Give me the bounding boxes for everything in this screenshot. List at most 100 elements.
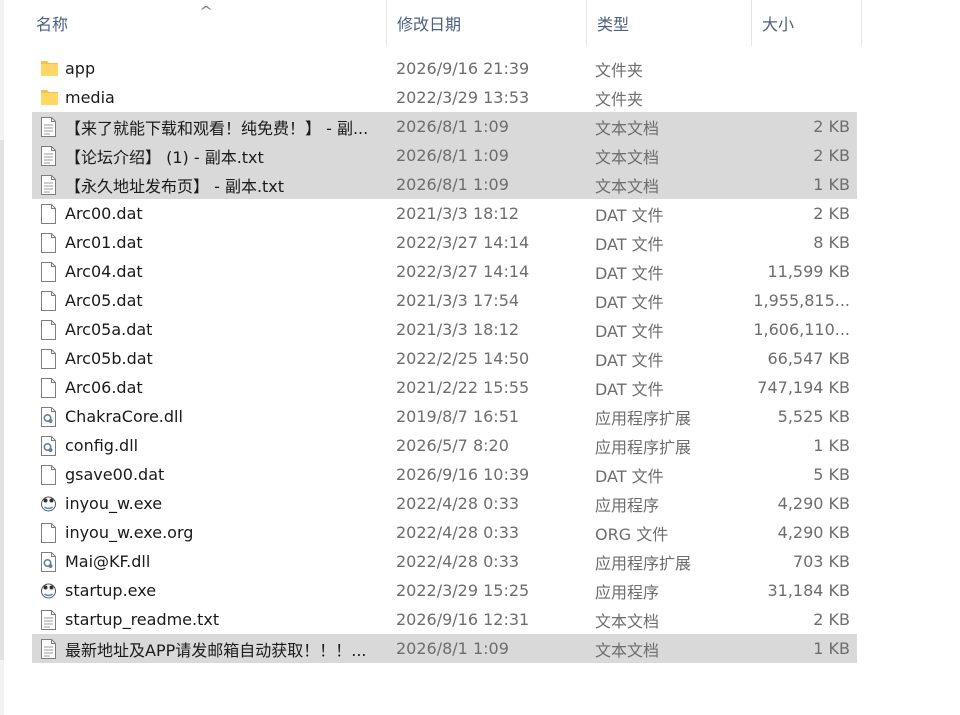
file-row[interactable]: ChakraCore.dll 2019/8/7 16:51 应用程序扩展 5,525 …	[32, 402, 857, 431]
column-header-bar: 名称 ^ 修改日期 类型 大小	[0, 0, 862, 46]
file-type: DAT 文件	[595, 321, 664, 341]
text-file-icon	[40, 116, 59, 138]
file-row[interactable]: app 2026/9/16 21:39 文件夹	[32, 54, 857, 83]
file-date: 2026/5/7 8:20	[396, 436, 509, 455]
app-icon	[40, 580, 59, 602]
file-type: DAT 文件	[595, 263, 664, 283]
file-row[interactable]: gsave00.dat 2026/9/16 10:39 DAT 文件 5 KB	[32, 460, 857, 489]
file-icon	[40, 377, 59, 399]
file-name: config.dll	[65, 436, 139, 455]
file-date: 2026/8/1 1:09	[396, 639, 509, 658]
file-row[interactable]: Arc00.dat 2021/3/3 18:12 DAT 文件 2 KB	[32, 199, 857, 228]
file-type: 文本文档	[595, 176, 660, 196]
file-type: 文本文档	[595, 118, 660, 138]
file-type: 应用程序	[595, 582, 660, 602]
folder-icon	[40, 87, 59, 109]
file-row[interactable]: Arc05a.dat 2021/3/3 18:12 DAT 文件 1,606,110.…	[32, 315, 857, 344]
file-row[interactable]: 最新地址及APP请发邮箱自动获取！！！... 2026/8/1 1:09 文本文档 1…	[32, 634, 857, 663]
file-row[interactable]: inyou_w.exe 2022/4/28 0:33 应用程序 4,290 KB	[32, 489, 857, 518]
file-row[interactable]: inyou_w.exe.org 2022/4/28 0:33 ORG 文件 4,290…	[32, 518, 857, 547]
file-icon	[40, 464, 59, 486]
file-row[interactable]: startup.exe 2022/3/29 15:25 应用程序 31,184 KB	[32, 576, 857, 605]
file-row[interactable]: Arc05.dat 2021/3/3 17:54 DAT 文件 1,955,815..…	[32, 286, 857, 315]
file-date: 2021/3/3 18:12	[396, 204, 520, 223]
file-row[interactable]: Arc04.dat 2022/3/27 14:14 DAT 文件 11,599 KB	[32, 257, 857, 286]
file-type: 文件夹	[595, 89, 644, 109]
file-size: 2 KB	[813, 610, 850, 629]
file-type: ORG 文件	[595, 524, 669, 544]
file-name: media	[65, 88, 115, 107]
file-row[interactable]: 【来了就能下载和观看！纯免费！】 - 副... 2026/8/1 1:09 文本文档…	[32, 112, 857, 141]
file-size: 1 KB	[813, 639, 850, 658]
file-type: 应用程序扩展	[595, 437, 692, 457]
file-name: 最新地址及APP请发邮箱自动获取！！！...	[65, 640, 367, 660]
file-icon	[40, 203, 59, 225]
file-size: 4,290 KB	[777, 523, 850, 542]
file-date: 2026/9/16 21:39	[396, 59, 530, 78]
left-scroll-edge[interactable]	[0, 0, 4, 715]
file-name: Mai@KF.dll	[65, 552, 151, 571]
file-date: 2022/2/25 14:50	[396, 349, 530, 368]
file-date: 2022/3/27 14:14	[396, 262, 530, 281]
file-size: 5,525 KB	[777, 407, 850, 426]
file-row[interactable]: Arc06.dat 2021/2/22 15:55 DAT 文件 747,194 KB	[32, 373, 857, 402]
text-file-icon	[40, 609, 59, 631]
file-type: 应用程序扩展	[595, 553, 692, 573]
file-size: 2 KB	[813, 146, 850, 165]
file-date: 2021/3/3 18:12	[396, 320, 520, 339]
file-icon	[40, 522, 59, 544]
file-date: 2022/4/28 0:33	[396, 523, 520, 542]
file-icon	[40, 348, 59, 370]
file-date: 2022/3/29 15:25	[396, 581, 530, 600]
file-row[interactable]: 【永久地址发布页】 - 副本.txt 2026/8/1 1:09 文本文档 1 KB	[32, 170, 857, 199]
app-icon	[40, 493, 59, 515]
chevron-up-icon: ^	[198, 4, 214, 18]
file-size: 1 KB	[813, 175, 850, 194]
file-size: 11,599 KB	[767, 262, 850, 281]
file-name: Arc06.dat	[65, 378, 143, 397]
file-name: Arc05.dat	[65, 291, 143, 310]
file-date: 2022/4/28 0:33	[396, 494, 520, 513]
scroll-thumb[interactable]	[0, 140, 4, 660]
file-size: 5 KB	[813, 465, 850, 484]
file-row[interactable]: startup_readme.txt 2026/9/16 12:31 文本文档 2 K…	[32, 605, 857, 634]
file-row[interactable]: Arc05b.dat 2022/2/25 14:50 DAT 文件 66,547 KB	[32, 344, 857, 373]
file-date: 2022/4/28 0:33	[396, 552, 520, 571]
dll-icon	[40, 406, 59, 428]
file-type: 文本文档	[595, 640, 660, 660]
column-header-size[interactable]: 大小	[751, 0, 862, 46]
file-type: 文本文档	[595, 147, 660, 167]
dll-icon	[40, 551, 59, 573]
file-date: 2022/3/29 13:53	[396, 88, 530, 107]
file-name: app	[65, 59, 96, 78]
file-name: ChakraCore.dll	[65, 407, 183, 426]
file-date: 2021/3/3 17:54	[396, 291, 520, 310]
dll-icon	[40, 435, 59, 457]
text-file-icon	[40, 174, 59, 196]
file-name: Arc00.dat	[65, 204, 143, 223]
column-header-date[interactable]: 修改日期	[386, 0, 586, 46]
file-icon	[40, 290, 59, 312]
file-size: 2 KB	[813, 204, 850, 223]
file-row[interactable]: Arc01.dat 2022/3/27 14:14 DAT 文件 8 KB	[32, 228, 857, 257]
file-date: 2026/8/1 1:09	[396, 117, 509, 136]
file-name: 【论坛介绍】 (1) - 副本.txt	[65, 147, 264, 167]
column-header-type[interactable]: 类型	[586, 0, 751, 46]
file-size: 1,955,815...	[753, 291, 850, 310]
file-size: 1,606,110...	[753, 320, 850, 339]
file-row[interactable]: media 2022/3/29 13:53 文件夹	[32, 83, 857, 112]
file-name: 【永久地址发布页】 - 副本.txt	[65, 176, 285, 196]
file-icon	[40, 232, 59, 254]
file-type: 文本文档	[595, 611, 660, 631]
text-file-icon	[40, 638, 59, 660]
file-row[interactable]: 【论坛介绍】 (1) - 副本.txt 2026/8/1 1:09 文本文档 2 KB	[32, 141, 857, 170]
file-row[interactable]: config.dll 2026/5/7 8:20 应用程序扩展 1 KB	[32, 431, 857, 460]
file-size: 1 KB	[813, 436, 850, 455]
file-name: Arc01.dat	[65, 233, 143, 252]
file-size: 747,194 KB	[757, 378, 850, 397]
file-type: 应用程序扩展	[595, 408, 692, 428]
folder-icon	[40, 58, 59, 80]
file-row[interactable]: Mai@KF.dll 2022/4/28 0:33 应用程序扩展 703 KB	[32, 547, 857, 576]
file-size: 66,547 KB	[767, 349, 850, 368]
file-type: DAT 文件	[595, 466, 664, 486]
